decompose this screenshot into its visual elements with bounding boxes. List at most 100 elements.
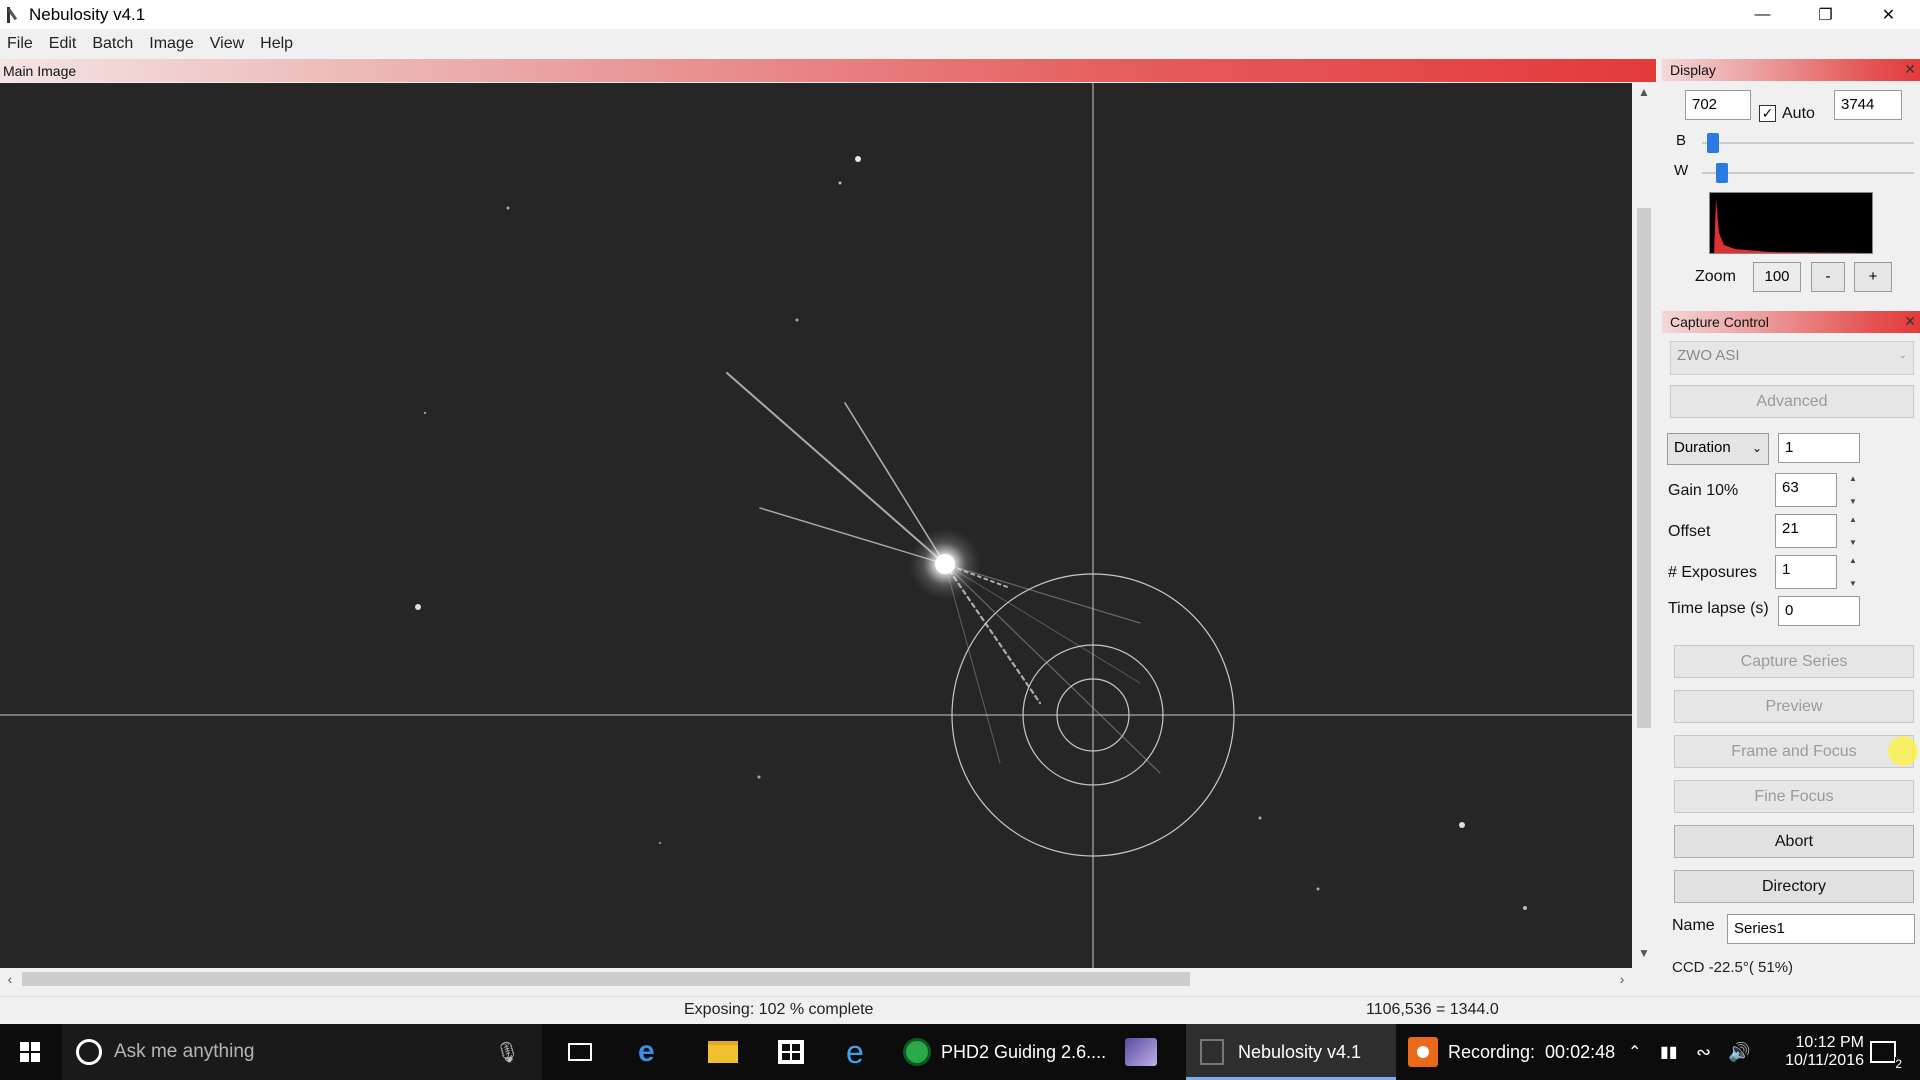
- wifi-icon[interactable]: ∾: [1696, 1024, 1711, 1080]
- frame-focus-button[interactable]: Frame and Focus: [1674, 735, 1914, 768]
- battery-icon[interactable]: ▮▮: [1660, 1024, 1678, 1080]
- menu-batch[interactable]: Batch: [85, 35, 142, 53]
- black-level-input[interactable]: 702: [1685, 90, 1751, 120]
- capture-panel-header: Capture Control ✕: [1662, 311, 1920, 333]
- ccd-status-text: CCD -22.5°( 51%): [1672, 959, 1794, 976]
- nebulosity-taskbar-icon: [1200, 1039, 1224, 1065]
- clock-time: 10:12 PM: [1795, 1034, 1864, 1051]
- nebulosity-app-icon: [5, 6, 21, 24]
- star-field-image: [0, 83, 1632, 968]
- status-bar: Exposing: 102 % complete 1106,536 = 1344…: [0, 996, 1920, 1022]
- capture-series-button[interactable]: Capture Series: [1674, 645, 1914, 678]
- scroll-right-icon[interactable]: ›: [1612, 968, 1632, 990]
- abort-button[interactable]: Abort: [1674, 825, 1914, 858]
- recording-label: Recording: 00:02:48: [1448, 1041, 1616, 1062]
- menu-edit[interactable]: Edit: [42, 35, 86, 53]
- offset-label: Offset: [1668, 523, 1711, 540]
- chevron-down-icon: ⌄: [1751, 441, 1762, 455]
- restore-button[interactable]: ❐: [1794, 0, 1857, 29]
- offset-stepper[interactable]: ▲ ▼: [1844, 515, 1862, 547]
- w-slider-track[interactable]: [1702, 172, 1914, 174]
- display-panel-title: Display: [1670, 62, 1716, 78]
- file-explorer-icon[interactable]: [708, 1024, 738, 1080]
- name-label: Name: [1672, 917, 1715, 934]
- minimize-button[interactable]: —: [1731, 0, 1794, 29]
- menu-bar: File Edit Batch Image View Help: [0, 30, 1660, 58]
- astro-app-icon[interactable]: [1125, 1024, 1157, 1080]
- b-slider-label: B: [1676, 132, 1687, 149]
- menu-file[interactable]: File: [0, 35, 42, 53]
- scroll-up-icon[interactable]: ▲: [1632, 85, 1656, 105]
- gain-stepper[interactable]: ▲ ▼: [1844, 474, 1862, 506]
- store-icon[interactable]: [778, 1024, 804, 1080]
- nebulosity-taskbar-label: Nebulosity v4.1: [1238, 1041, 1362, 1062]
- horizontal-scrollbar[interactable]: ‹ ›: [0, 968, 1632, 990]
- title-bar: Nebulosity v4.1 — ❐ ✕: [0, 0, 1920, 29]
- action-center-icon[interactable]: 2: [1870, 1024, 1902, 1080]
- taskbar: Ask me anything 🎙 e e PHD2 Guiding 2.6..…: [0, 1024, 1920, 1080]
- white-level-input[interactable]: 3744: [1834, 90, 1902, 120]
- side-panel: Display ✕ 702 ✓ Auto 3744 B W Zoom 100 -…: [1662, 59, 1920, 994]
- scroll-down-icon[interactable]: ▼: [1632, 946, 1656, 966]
- close-display-icon[interactable]: ✕: [1904, 61, 1916, 78]
- zoom-out-button[interactable]: -: [1811, 262, 1845, 292]
- clock[interactable]: 10:12 PM 10/11/2016: [1768, 1024, 1864, 1080]
- notification-count: 2: [1895, 1057, 1902, 1071]
- vertical-scroll-thumb[interactable]: [1637, 208, 1651, 728]
- main-image-title: Main Image: [3, 62, 77, 79]
- capture-panel-title: Capture Control: [1670, 314, 1769, 330]
- close-button[interactable]: ✕: [1857, 0, 1920, 29]
- preview-button[interactable]: Preview: [1674, 690, 1914, 723]
- gain-label: Gain 10%: [1668, 482, 1739, 499]
- star: [855, 156, 861, 162]
- search-placeholder: Ask me anything: [114, 1041, 255, 1062]
- menu-image[interactable]: Image: [142, 35, 202, 53]
- image-canvas[interactable]: [0, 83, 1632, 968]
- show-hidden-icons-icon[interactable]: ⌃: [1628, 1024, 1641, 1080]
- fine-focus-button[interactable]: Fine Focus: [1674, 780, 1914, 813]
- duration-mode-value: Duration: [1674, 439, 1731, 456]
- series-name-input[interactable]: Series1: [1727, 914, 1915, 944]
- duration-input[interactable]: 1: [1778, 433, 1860, 463]
- close-capture-icon[interactable]: ✕: [1904, 313, 1916, 330]
- taskbar-recording[interactable]: Recording: 00:02:48: [1408, 1024, 1618, 1080]
- cortana-search-box[interactable]: Ask me anything 🎙: [62, 1024, 542, 1080]
- timelapse-label: Time lapse (s): [1668, 600, 1769, 617]
- start-button[interactable]: [20, 1024, 40, 1080]
- zoom-in-button[interactable]: +: [1854, 262, 1892, 292]
- volume-icon[interactable]: 🔊: [1728, 1024, 1750, 1080]
- phd2-label: PHD2 Guiding 2.6....: [941, 1041, 1107, 1062]
- window-controls: — ❐ ✕: [1731, 0, 1920, 29]
- b-slider-track[interactable]: [1702, 142, 1914, 144]
- exposures-input[interactable]: 1: [1775, 555, 1837, 589]
- camera-select-value: ZWO ASI: [1677, 347, 1740, 364]
- vertical-scrollbar[interactable]: ▲ ▼: [1632, 83, 1656, 968]
- scroll-left-icon[interactable]: ‹: [0, 968, 20, 990]
- window-title: Nebulosity v4.1: [29, 4, 146, 24]
- gain-input[interactable]: 63: [1775, 473, 1837, 507]
- directory-button[interactable]: Directory: [1674, 870, 1914, 903]
- exposures-stepper[interactable]: ▲ ▼: [1844, 556, 1862, 588]
- offset-input[interactable]: 21: [1775, 514, 1837, 548]
- menu-help[interactable]: Help: [253, 35, 302, 53]
- edge-browser-icon[interactable]: e: [638, 1024, 655, 1080]
- advanced-button[interactable]: Advanced: [1670, 385, 1914, 418]
- taskbar-nebulosity[interactable]: Nebulosity v4.1: [1186, 1024, 1396, 1080]
- exposure-progress-text: Exposing: 102 % complete: [684, 1001, 874, 1018]
- horizontal-scroll-thumb[interactable]: [22, 972, 1190, 986]
- cursor-highlight: [1888, 736, 1918, 766]
- camera-select[interactable]: ZWO ASI ⌄: [1670, 341, 1914, 375]
- internet-explorer-icon[interactable]: e: [846, 1024, 864, 1080]
- duration-mode-select[interactable]: Duration ⌄: [1667, 433, 1769, 465]
- timelapse-input[interactable]: 0: [1778, 596, 1860, 626]
- menu-view[interactable]: View: [203, 35, 253, 53]
- auto-checkbox[interactable]: ✓: [1759, 105, 1776, 122]
- zoom-value: 100: [1753, 262, 1801, 292]
- task-view-icon[interactable]: [568, 1024, 592, 1080]
- w-slider-thumb[interactable]: [1716, 163, 1728, 183]
- exposures-label: # Exposures: [1668, 564, 1757, 581]
- phd2-icon: [903, 1038, 931, 1066]
- main-image-header: Main Image: [0, 59, 1656, 82]
- b-slider-thumb[interactable]: [1707, 133, 1719, 153]
- microphone-icon[interactable]: 🎙: [495, 1040, 520, 1065]
